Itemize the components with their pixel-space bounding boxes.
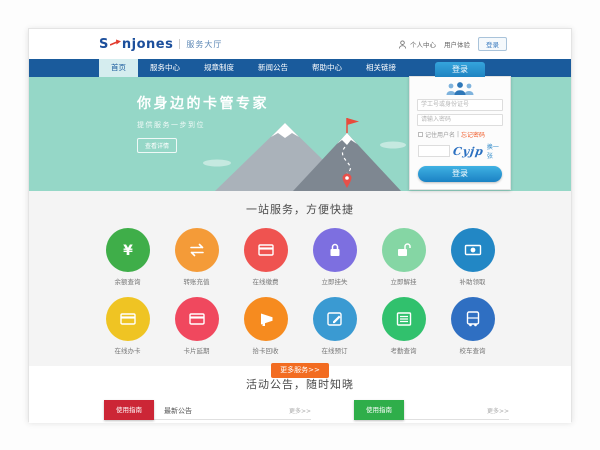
hero-title: 你身边的卡管专家 [137, 93, 269, 113]
service-label: 余额查询 [106, 276, 150, 286]
service-item[interactable]: 在线缴费 [244, 228, 288, 286]
logo-text: Snjones [99, 37, 173, 52]
nav-item-1[interactable]: 服务中心 [138, 59, 192, 77]
login-tab[interactable]: 登录 [435, 62, 485, 77]
hero-text: 你身边的卡管专家 提供服务一步到位 查看详情 [137, 93, 269, 153]
service-item[interactable]: 卡片延期 [175, 297, 219, 355]
portal-page: Snjones 服务大厅 个人中心 用户体验 登录 首页服务中心规章制度新闻公告… [28, 28, 572, 422]
service-label: 转账充值 [175, 276, 219, 286]
service-item[interactable]: ¥ 余额查询 [106, 228, 150, 286]
users-icon [441, 81, 479, 96]
screenshot-canvas: Snjones 服务大厅 个人中心 用户体验 登录 首页服务中心规章制度新闻公告… [0, 0, 600, 450]
service-label: 卡片延期 [175, 345, 219, 355]
service-item[interactable]: 校车查询 [451, 297, 495, 355]
latest-notice-tab[interactable]: 最新公告 [164, 406, 192, 416]
service-item[interactable]: 拾卡回收 [244, 297, 288, 355]
hero-subtitle: 提供服务一步到位 [137, 120, 269, 130]
service-item[interactable]: 立即挂失 [313, 228, 357, 286]
logo-arrow-icon [110, 37, 121, 52]
username-input[interactable] [417, 99, 503, 111]
notice-panel-header: 使用指南 最新公告 更多>> [104, 402, 311, 420]
guide-more-link[interactable]: 更多>> [487, 406, 509, 415]
guide-panel-header: 使用指南 更多>> [354, 402, 509, 420]
hero-cta-button[interactable]: 查看详情 [137, 138, 177, 153]
service-label: 在线办卡 [106, 345, 150, 355]
login-panel: 登录 记住用户名 | 忘记密码 Cyjp 换一张 [409, 76, 511, 190]
svg-text:¥: ¥ [123, 243, 133, 259]
main-nav: 首页服务中心规章制度新闻公告帮助中心相关链接 [29, 59, 571, 77]
list-icon[interactable] [382, 297, 426, 341]
services-title: 一站服务，方便快捷 [29, 201, 571, 217]
service-item[interactable]: 立即解挂 [382, 228, 426, 286]
notice-more-link[interactable]: 更多>> [289, 406, 311, 415]
nav-item-4[interactable]: 帮助中心 [300, 59, 354, 77]
service-item[interactable]: 在线办卡 [106, 297, 150, 355]
services-row: ¥ 余额查询 转账充值 在线缴费 立即挂失 立即解挂 补助领取 [29, 228, 571, 286]
captcha-row: Cyjp 换一张 [418, 142, 502, 160]
remember-row: 记住用户名 | 忘记密码 [418, 130, 502, 139]
nav-item-0[interactable]: 首页 [99, 59, 138, 77]
megaphone-icon[interactable] [244, 297, 288, 341]
yen-icon[interactable]: ¥ [106, 228, 150, 272]
nav-item-3[interactable]: 新闻公告 [246, 59, 300, 77]
service-item[interactable]: 转账充值 [175, 228, 219, 286]
forgot-password-link[interactable]: 忘记密码 [461, 130, 485, 139]
nav-item-5[interactable]: 相关链接 [354, 59, 408, 77]
card-icon[interactable] [106, 297, 150, 341]
captcha-image: Cyjp [452, 145, 485, 158]
banknote-icon[interactable] [451, 228, 495, 272]
captcha-input[interactable] [418, 145, 450, 157]
services-row: 在线办卡 卡片延期 拾卡回收 在线预订 考勤查询 校车查询 [29, 297, 571, 355]
remember-label: 记住用户名 [425, 130, 455, 139]
service-label: 立即解挂 [382, 276, 426, 286]
lock-icon[interactable] [313, 228, 357, 272]
password-input[interactable] [417, 114, 503, 126]
hero-banner: 你身边的卡管专家 提供服务一步到位 查看详情 登录 记住用户名 | 忘 [29, 77, 571, 191]
header: Snjones 服务大厅 个人中心 用户体验 登录 [29, 29, 571, 59]
remember-checkbox[interactable] [418, 132, 423, 137]
unlock-icon[interactable] [382, 228, 426, 272]
announcement-panels: 使用指南 最新公告 更多>> 使用指南 更多>> [29, 402, 571, 420]
service-label: 考勤查询 [382, 345, 426, 355]
services-grid: ¥ 余额查询 转账充值 在线缴费 立即挂失 立即解挂 补助领取在线办卡 卡片延期 拾卡回收 在线预… [29, 228, 571, 355]
edit-icon[interactable] [313, 297, 357, 341]
logo-divider [179, 39, 180, 49]
card-icon[interactable] [244, 228, 288, 272]
service-label: 拾卡回收 [244, 345, 288, 355]
header-login-button[interactable]: 登录 [478, 37, 507, 51]
person-icon [398, 40, 407, 49]
service-label: 在线缴费 [244, 276, 288, 286]
card-icon[interactable] [175, 297, 219, 341]
service-item[interactable]: 考勤查询 [382, 297, 426, 355]
announcements-title: 活动公告，随时知晓 [29, 376, 571, 392]
personal-center-link[interactable]: 个人中心 [410, 39, 436, 49]
nav-item-2[interactable]: 规章制度 [192, 59, 246, 77]
guide-ribbon-tab-left[interactable]: 使用指南 [104, 400, 154, 420]
guide-ribbon-tab-right[interactable]: 使用指南 [354, 400, 404, 420]
bus-icon[interactable] [451, 297, 495, 341]
remember-divider: | [457, 131, 459, 138]
services-section: 一站服务，方便快捷 ¥ 余额查询 转账充值 在线缴费 立即挂失 立即解挂 补助领取在线办卡 卡… [29, 191, 571, 366]
service-label: 校车查询 [451, 345, 495, 355]
user-experience-link[interactable]: 用户体验 [444, 39, 470, 49]
service-label: 在线预订 [313, 345, 357, 355]
captcha-refresh-link[interactable]: 换一张 [487, 142, 502, 160]
login-submit-button[interactable]: 登录 [418, 166, 502, 182]
transfer-icon[interactable] [175, 228, 219, 272]
logo-subtitle: 服务大厅 [186, 39, 222, 50]
header-right: 个人中心 用户体验 登录 [398, 37, 507, 51]
service-item[interactable]: 补助领取 [451, 228, 495, 286]
service-label: 补助领取 [451, 276, 495, 286]
service-item[interactable]: 在线预订 [313, 297, 357, 355]
logo[interactable]: Snjones 服务大厅 [99, 37, 222, 52]
service-label: 立即挂失 [313, 276, 357, 286]
